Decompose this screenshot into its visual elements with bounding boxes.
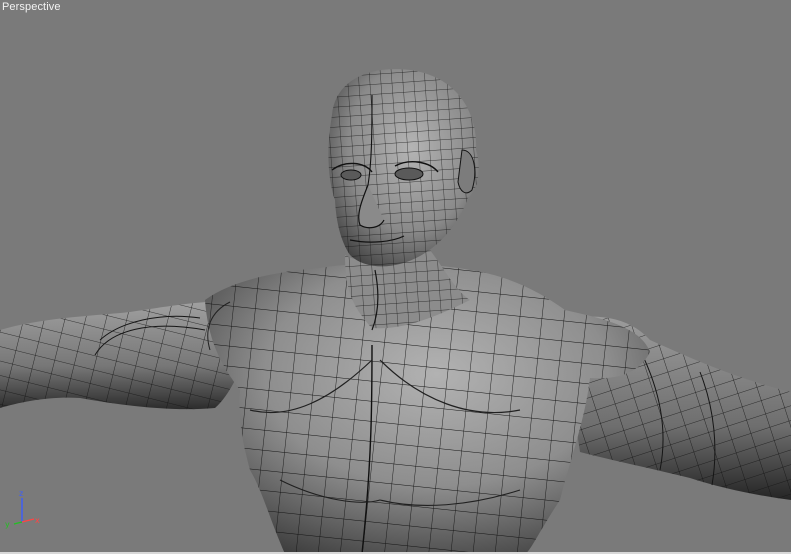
viewport-label[interactable]: Perspective xyxy=(2,1,61,13)
y-axis-line xyxy=(13,521,23,525)
head-mesh xyxy=(328,69,479,267)
scene-render[interactable] xyxy=(0,0,791,554)
perspective-viewport[interactable]: Perspective z x y xyxy=(0,0,791,554)
x-axis-label: x xyxy=(35,516,40,525)
y-axis-label: y xyxy=(5,520,10,529)
axis-gizmo: z x y xyxy=(5,489,40,529)
z-axis-label: z xyxy=(19,489,23,498)
x-axis-line xyxy=(21,518,35,523)
